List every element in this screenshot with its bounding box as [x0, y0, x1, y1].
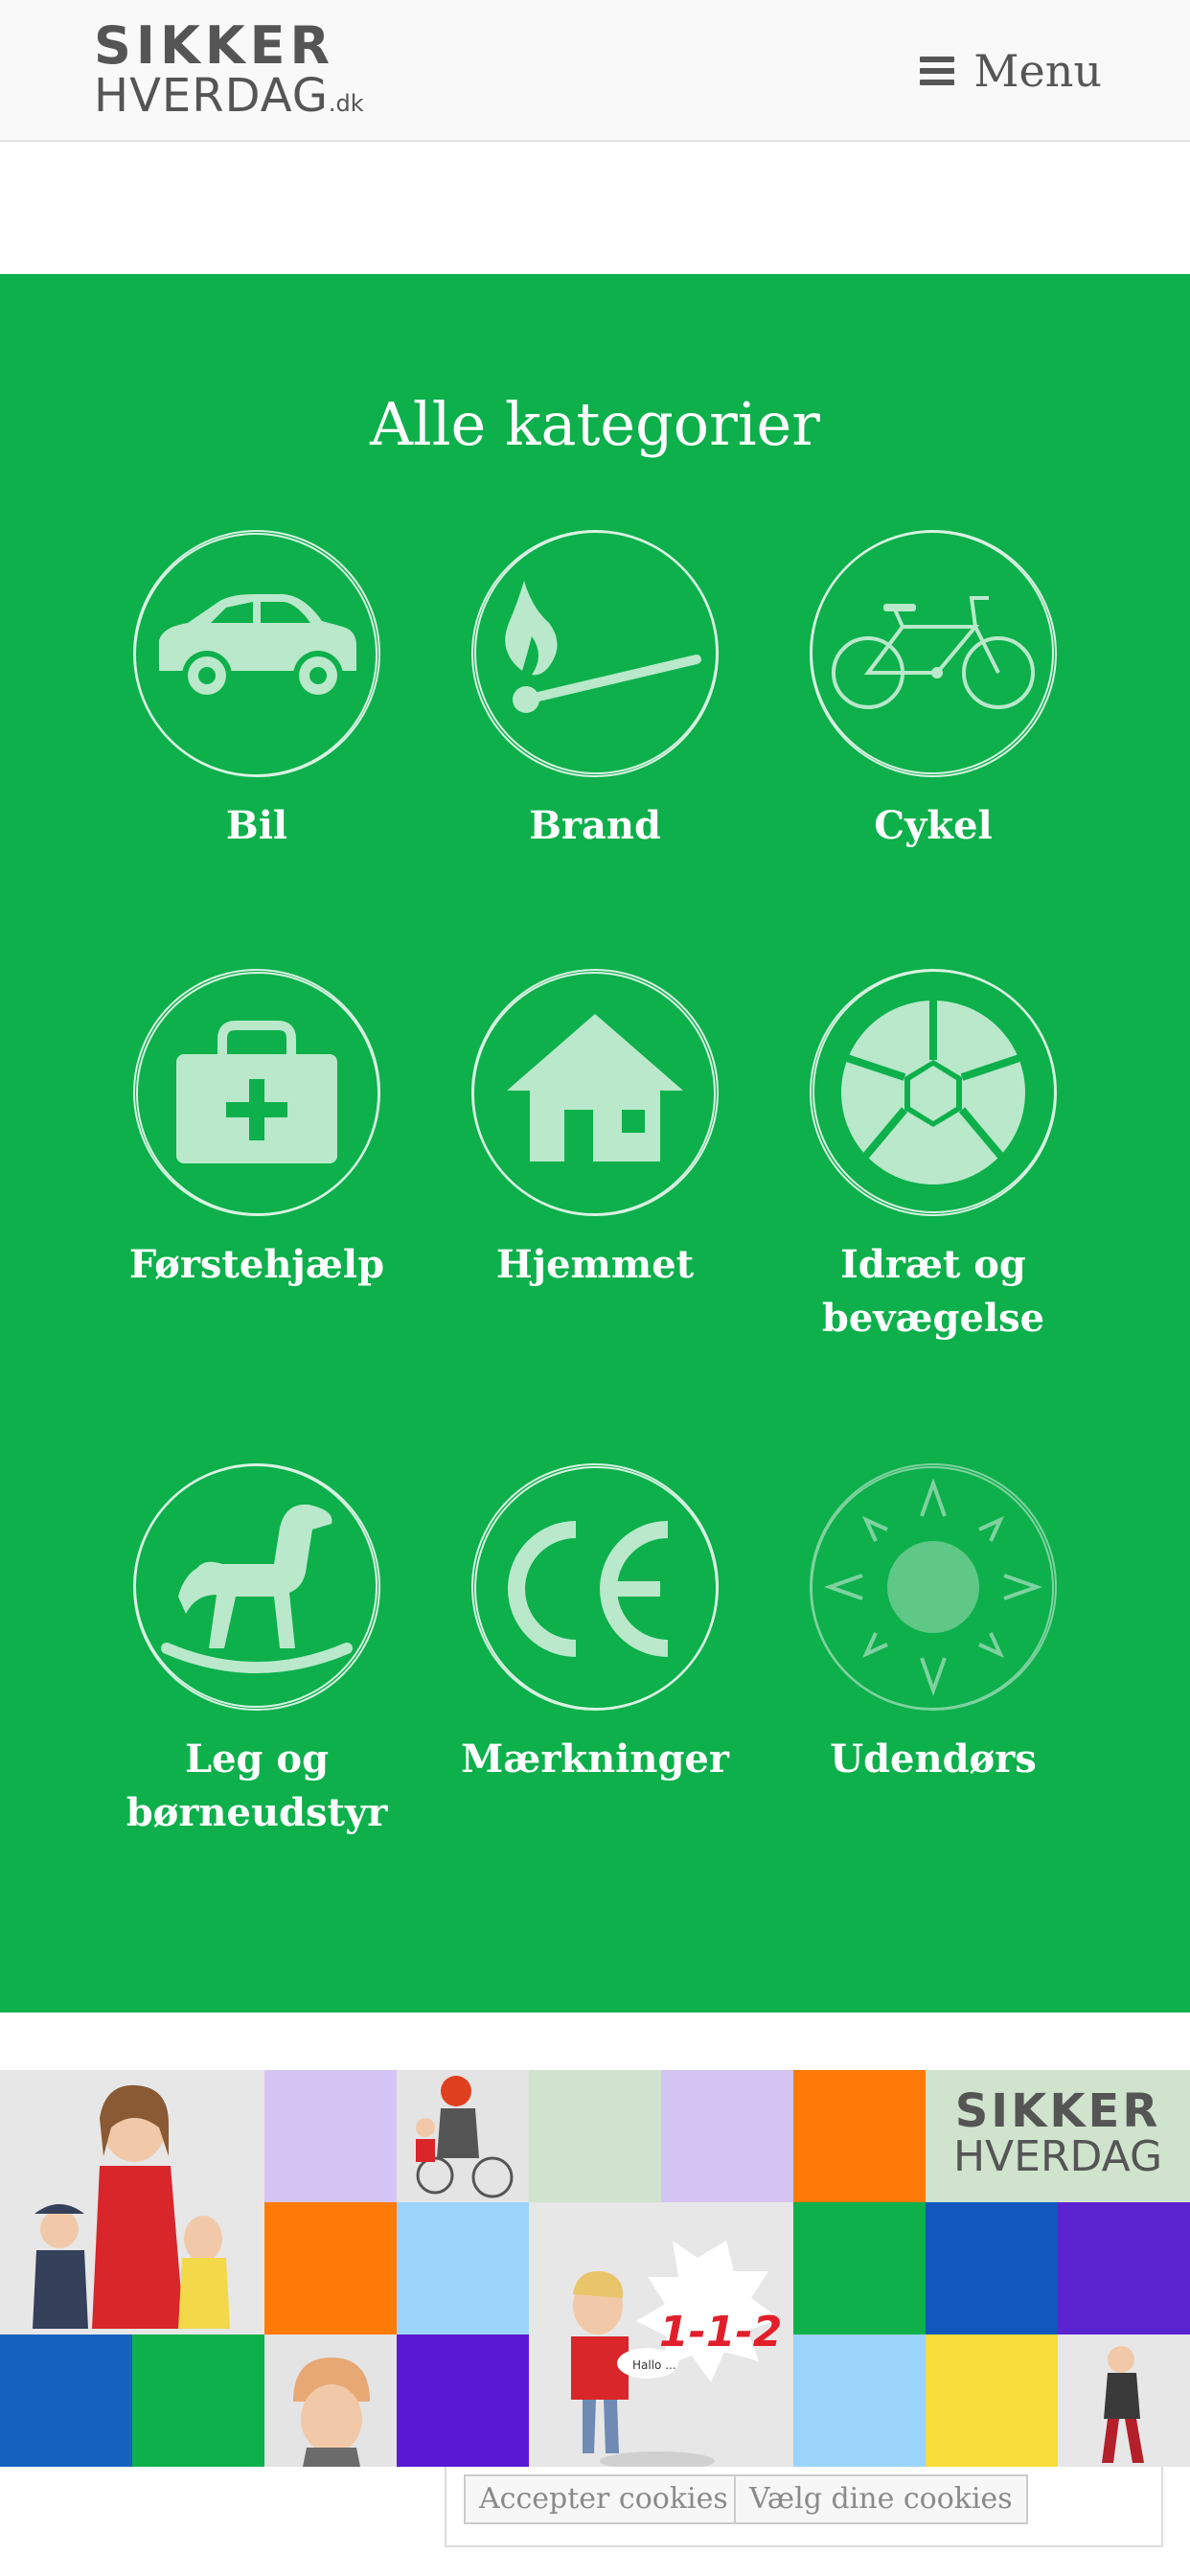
logo-suffix: .dk — [328, 90, 364, 117]
banner-tile — [397, 2202, 529, 2334]
match-fire-icon — [469, 527, 721, 780]
category-label: Mærkninger — [461, 1736, 729, 1782]
banner-photo-helmet-boy — [264, 2334, 397, 2467]
category-maerkninger[interactable]: Mærkninger — [426, 1460, 764, 1786]
category-label: Cykel — [874, 803, 993, 848]
category-idraet[interactable]: Idræt og bevægelse — [765, 966, 1102, 1346]
banner-tile — [661, 2070, 793, 2202]
banner-logo-top: SIKKER — [954, 2084, 1161, 2138]
categories-section: Alle kategorier Bil Brand Cykel Førstehj… — [0, 274, 1190, 2012]
category-leg[interactable]: Leg og børneudstyr — [88, 1460, 425, 1840]
banner-tile — [926, 2334, 1058, 2467]
category-brand[interactable]: Brand — [426, 527, 764, 853]
bicycle-icon — [807, 527, 1060, 780]
menu-label: Menu — [973, 45, 1102, 97]
speech-text: Hallo ... — [632, 2358, 676, 2372]
site-logo[interactable]: SIKKER HVERDAG.dk — [94, 19, 364, 126]
category-bil[interactable]: Bil — [88, 527, 425, 853]
category-label: Udendørs — [830, 1736, 1037, 1782]
first-aid-kit-icon — [130, 966, 383, 1219]
category-hjemmet[interactable]: Hjemmet — [426, 966, 764, 1292]
car-icon — [130, 527, 383, 780]
banner-tile — [264, 2070, 397, 2202]
emergency-number: 1-1-2 — [659, 2308, 782, 2357]
banner-tile — [793, 2334, 926, 2467]
house-icon — [469, 966, 721, 1219]
banner-tile — [397, 2334, 529, 2467]
categories-title: Alle kategorier — [370, 389, 820, 459]
category-forstehjaelp[interactable]: Førstehjælp — [88, 966, 425, 1292]
category-udendors[interactable]: Udendørs — [765, 1460, 1102, 1786]
hamburger-icon — [920, 57, 955, 85]
banner-tile — [793, 2070, 926, 2202]
category-cykel[interactable]: Cykel — [765, 527, 1102, 853]
banner-photo-walker — [1058, 2334, 1190, 2467]
banner-photo-family — [0, 2070, 264, 2334]
banner-tile — [264, 2202, 397, 2334]
banner-tile — [132, 2334, 264, 2467]
ce-mark-icon — [469, 1460, 721, 1714]
site-header: SIKKER HVERDAG.dk Menu — [0, 0, 1190, 142]
rocking-horse-icon — [130, 1460, 383, 1714]
category-label: Leg og børneudstyr — [126, 1736, 388, 1835]
category-label: Førstehjælp — [128, 1242, 385, 1287]
sun-icon — [807, 1460, 1060, 1714]
banner-photo-cyclist — [397, 2070, 529, 2202]
football-icon — [807, 966, 1060, 1219]
menu-button[interactable]: Menu — [920, 42, 1102, 100]
banner-tile — [793, 2202, 926, 2334]
banner-tile — [926, 2202, 1058, 2334]
logo-hverdag: HVERDAG — [94, 69, 329, 123]
logo-line-top: SIKKER — [94, 15, 335, 76]
category-label: Bil — [225, 803, 288, 848]
banner-photo-emergency: 1-1-2 Hallo ... — [529, 2202, 793, 2467]
banner-logo: SIKKER HVERDAG — [926, 2070, 1190, 2202]
promo-banner[interactable]: 1-1-2 Hallo ... SIKKER HVERDAG — [0, 2070, 1190, 2467]
banner-tile — [0, 2334, 132, 2467]
banner-logo-bottom: HVERDAG — [952, 2132, 1163, 2181]
category-label: Brand — [529, 803, 661, 848]
accept-cookies-button[interactable]: Accepter cookies — [464, 2474, 744, 2524]
choose-cookies-button[interactable]: Vælg dine cookies — [734, 2474, 1028, 2524]
cookie-bar: Accepter cookies Vælg dine cookies — [445, 2467, 1163, 2547]
category-label: Hjemmet — [495, 1242, 695, 1287]
logo-line-bottom: HVERDAG.dk — [94, 73, 364, 126]
banner-tile — [1058, 2202, 1190, 2334]
category-label: Idræt og bevægelse — [821, 1242, 1045, 1341]
banner-tile — [529, 2070, 661, 2202]
